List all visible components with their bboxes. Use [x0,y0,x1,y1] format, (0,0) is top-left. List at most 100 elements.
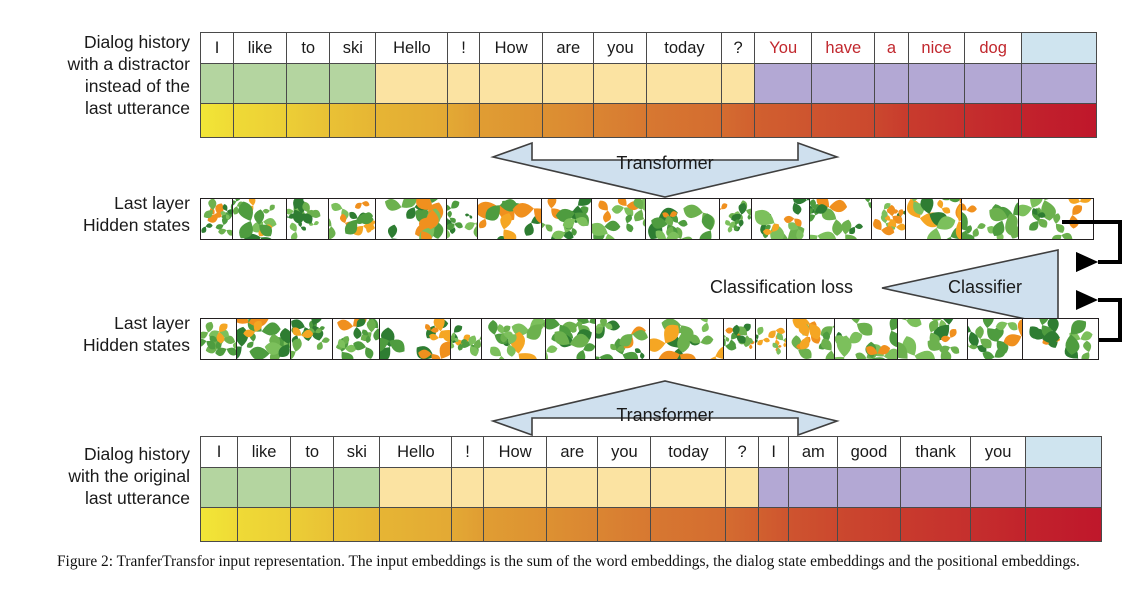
transformer-bottom-label: Transformer [616,405,714,425]
dialog-state-cell [1020,62,1097,105]
positional-embedding-cell [836,507,901,543]
positional-embedding-cell [592,103,648,139]
positional-embedding-cell [328,103,377,139]
hidden-upper-label-line-1: Last layer [114,193,190,213]
bottom-token-table: Ilike to ski Hello! How are you today? Iam good th… [200,436,1102,543]
positional-embedding-cell [964,103,1023,139]
bottom-block-label: Dialog history with the original last ut… [0,443,190,509]
hidden-state-cell [751,198,811,240]
positional-embedding-cell [907,103,966,139]
positional-embedding-cell [482,507,548,543]
positional-embedding-cell [478,103,544,139]
dialog-state-cell [1024,466,1102,509]
figure-caption: Figure 2: TranferTransfor input represen… [57,553,1080,570]
token-word-cell: ? [725,436,760,468]
transformer-bottom[interactable]: Transformer [490,378,840,438]
dialog-state-cell [375,62,449,105]
dialog-state-cell [546,466,599,509]
dialog-state-cell [753,62,813,105]
dialog-state-cell [964,62,1023,105]
hidden-state-cell [871,198,907,240]
dialog-state-cell [451,466,485,509]
hidden-state-cell [785,318,836,360]
dialog-state-cell [970,466,1027,509]
dialog-state-cell [721,62,756,105]
token-word-cell: you [970,436,1027,468]
token-word-cell: like [236,436,292,468]
hidden-state-cell [967,318,1024,360]
hidden-state-cell [232,198,288,240]
token-word-cell: like [232,32,288,64]
hidden-state-cell [834,318,899,360]
positional-embedding-cell [596,507,652,543]
token-word-cell: today [650,436,727,468]
bottom-dialog-state-row [200,466,1102,509]
dialog-state-cell [328,62,377,105]
token-word-cell: How [478,32,544,64]
dialog-state-cell [788,466,839,509]
hidden-state-cell [540,198,593,240]
token-word-cell: am [788,436,839,468]
dialog-state-cell [650,466,727,509]
hidden-state-cell [332,318,381,360]
bottom-positional-row [200,507,1102,543]
dialog-state-cell [379,466,453,509]
hidden-state-cell [904,198,963,240]
positional-embedding-cell [200,507,238,543]
hidden-state-cell [200,198,234,240]
positional-embedding-cell [811,103,876,139]
hidden-state-cell [544,318,597,360]
token-word-cell: you [596,436,652,468]
token-word-cell: ! [447,32,481,64]
token-word-cell: are [546,436,599,468]
classifier[interactable]: Classifier [880,248,1060,328]
token-word-cell: thank [899,436,972,468]
positional-embedding-cell [546,507,599,543]
top-dialog-state-row [200,62,1097,105]
bottom-block-label-line-3: last utterance [84,488,190,508]
dialog-state-cell [907,62,966,105]
token-word-cell: a [873,32,909,64]
hidden-state-cell [200,318,238,360]
dialog-state-cell [482,466,548,509]
transformer-top-label: Transformer [616,153,714,173]
hidden-state-cell [961,198,1020,240]
hidden-state-cell [328,198,377,240]
dialog-state-cell [542,62,595,105]
bottom-block-label-line-2: with the original [68,466,190,486]
positional-embedding-cell [725,507,760,543]
positional-embedding-cell [542,103,595,139]
dialog-state-cell [286,62,331,105]
top-block-label: Dialog history with a distractor instead… [0,31,190,119]
token-word-cell: ski [332,436,381,468]
token-word-cell: I [200,32,234,64]
positional-embedding-cell [757,507,790,543]
token-word-cell: dog [964,32,1023,64]
token-word-cell: I [757,436,790,468]
token-word-cell: Hello [375,32,449,64]
hidden-upper-label: Last layer Hidden states [0,192,190,236]
positional-embedding-cell [236,507,292,543]
positional-embedding-cell [873,103,909,139]
hidden-state-cell [1021,318,1099,360]
hidden-state-cell [644,198,721,240]
token-word-cell: are [542,32,595,64]
bottom-block-label-line-1: Dialog history [83,444,190,464]
hidden-state-cell [595,318,651,360]
token-word-cell: today [646,32,723,64]
transformer-top[interactable]: Transformer [490,140,840,200]
hidden-state-cell [236,318,292,360]
dialog-state-cell [447,62,481,105]
bottom-word-row: Ilike to ski Hello! How are you today? Iam good th… [200,436,1102,468]
positional-embedding-cell [646,103,723,139]
hidden-lower-label-line-1: Last layer [114,313,190,333]
positional-embedding-cell [379,507,453,543]
token-word-cell: ? [721,32,756,64]
top-block-label-line-1: Dialog history [83,32,190,52]
hidden-state-cell [719,198,754,240]
top-word-row: Ilike to ski Hello! How are you today? You have a n… [200,32,1097,64]
classification-loss-label: Classification loss [710,277,854,297]
token-word-cell [1020,32,1097,64]
positional-embedding-cell [788,507,839,543]
top-token-table: Ilike to ski Hello! How are you today? You have a n… [200,32,1097,139]
